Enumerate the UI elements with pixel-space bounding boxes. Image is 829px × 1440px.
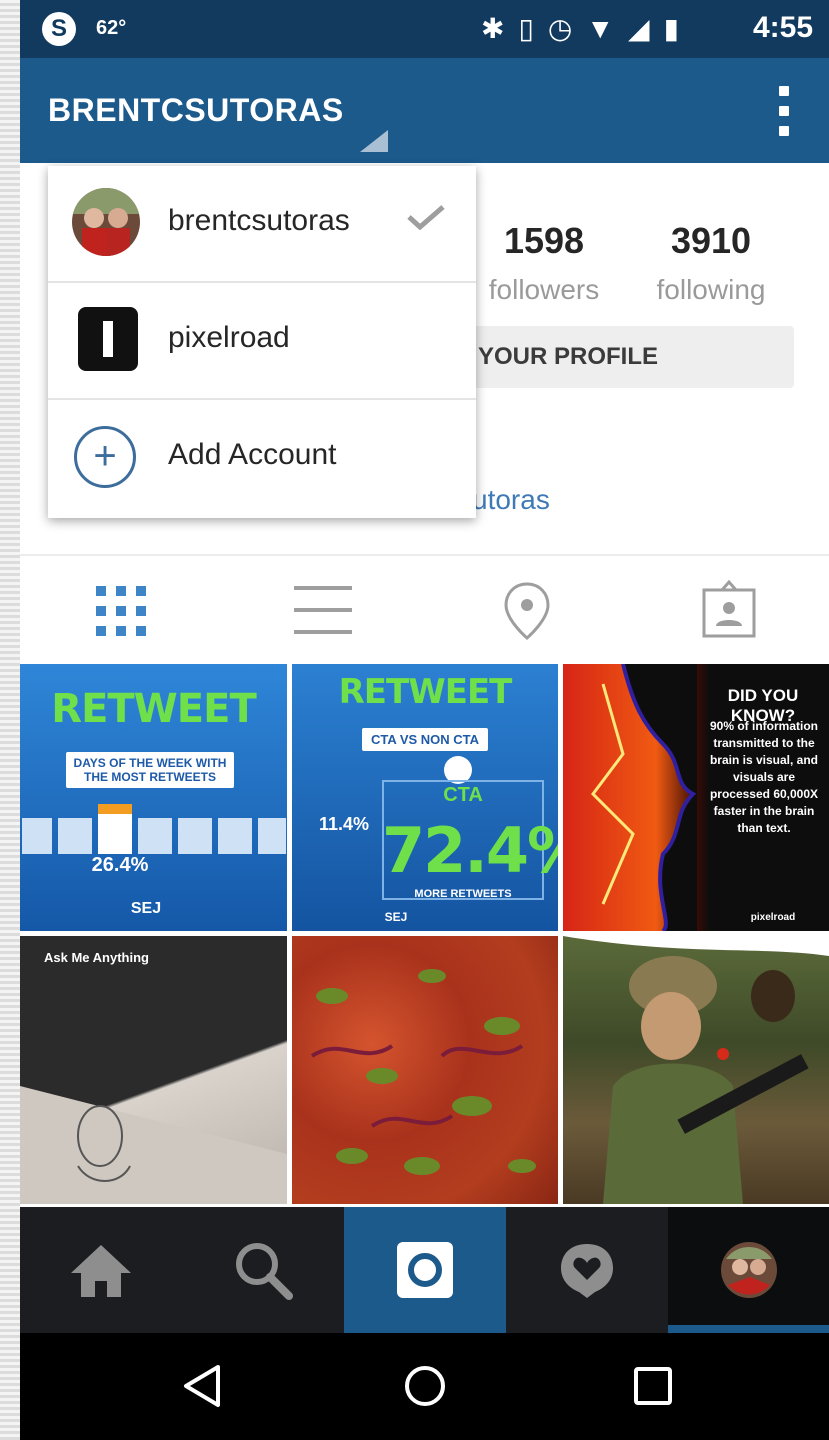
status-bar: S 62° ✱ ▯ ◷ ▼ ◢ ▮ 4:55 [20,0,829,58]
account-label: brentcsutoras [168,204,350,237]
camera-icon [397,1242,453,1298]
photo-subtitle: DAYS OF THE WEEK WITH THE MOST RETWEETS [66,752,234,788]
nav-home-button[interactable] [20,1207,182,1333]
plus-icon: + [74,426,136,488]
avatar [72,188,140,256]
nav-camera-button[interactable] [344,1207,506,1333]
followers-stat[interactable]: 1598 followers [474,220,614,306]
home-icon [71,1245,131,1297]
tagged-photos-icon[interactable] [696,578,762,644]
add-account-item[interactable]: + Add Account [48,400,476,517]
clock-text: 4:55 [752,11,813,44]
photo-brand: SEJ [384,910,408,924]
photo-body: 90% of information transmitted to the br… [709,719,819,835]
following-label: following [656,274,766,305]
bluetooth-icon: ✱ [480,13,505,44]
home-circle-icon[interactable] [402,1363,448,1409]
left-edge-strip [0,0,20,1440]
profile-tabs [20,560,829,660]
search-icon [236,1243,293,1300]
photo-thumbnail[interactable]: RETWEET DAYS OF THE WEEK WITH THE MOST R… [20,664,287,931]
photo-headline: RETWEET [51,686,256,732]
wifi-icon: ▼ [586,13,615,44]
back-icon[interactable] [180,1363,226,1409]
divider [20,554,829,556]
signal-icon: ◢ [628,13,650,44]
photo-headline: RETWEET [338,672,513,712]
account-switcher-title[interactable]: BRENTCSUTORAS [48,92,344,129]
food-graphic [310,969,536,1175]
profile-website-link[interactable]: utoras [472,484,550,516]
following-count: 3910 [670,220,752,261]
skype-icon: S [42,12,76,46]
location-pin-icon[interactable] [494,578,560,644]
photo-subtitle: CTA VS NON CTA [362,728,488,751]
profile-avatar [721,1242,777,1298]
photo-thumbnail[interactable]: Ask Me Anything [20,936,287,1204]
cta-label: CTA [443,784,483,806]
photo-thumbnail[interactable]: RETWEET CTA VS NON CTA CTA 11.4% 72.4% M… [292,664,558,931]
edit-profile-button[interactable]: YOUR PROFILE [460,326,794,388]
photo-bars [20,804,287,854]
add-account-label: Add Account [168,438,337,471]
following-stat[interactable]: 3910 following [646,220,776,306]
activity-icon [561,1244,613,1298]
photo-grid: RETWEET DAYS OF THE WEEK WITH THE MOST R… [20,664,829,1204]
photo-highlight: 26.4% [91,854,149,876]
status-icons: ✱ ▯ ◷ ▼ ◢ ▮ [481,12,679,46]
nav-activity-button[interactable] [506,1207,668,1333]
photo-brand: pixelroad [750,912,796,923]
photo-footer: MORE RETWEETS [414,888,512,900]
overflow-menu-icon[interactable] [779,86,789,136]
photo-thumbnail[interactable] [563,936,829,1204]
photo-left-stat: 11.4% [318,814,370,834]
account-label: pixelroad [168,321,290,354]
book-graphic [20,1086,287,1204]
temperature-text: 62° [96,17,127,39]
instagram-app: S 62° ✱ ▯ ◷ ▼ ◢ ▮ 4:55 BRENTCSUTORAS 159… [20,0,829,1440]
list-view-icon[interactable] [290,578,356,644]
account-item-brentcsutoras[interactable]: brentcsutoras [48,166,476,283]
followers-label: followers [488,274,600,305]
battery-icon: ▮ [663,13,679,44]
photo-thumbnail[interactable] [292,936,558,1204]
account-item-pixelroad[interactable]: pixelroad [48,283,476,400]
nav-profile-button[interactable] [668,1207,829,1333]
photo-brand: SEJ [130,900,162,917]
photo-big-stat: 72.4% [382,814,558,887]
active-tab-indicator [668,1325,829,1333]
soldier-graphic [563,936,829,1204]
dropdown-indicator-icon[interactable] [360,130,388,152]
app-header: BRENTCSUTORAS [20,58,829,163]
vibrate-icon: ▯ [518,13,534,44]
nav-search-button[interactable] [182,1207,344,1333]
photo-thumbnail[interactable]: DID YOU KNOW? 90% of information transmi… [563,664,829,931]
account-switcher-menu: brentcsutoras pixelroad + Add Account [48,166,476,518]
grid-view-icon[interactable] [88,578,154,644]
pixelroad-logo-icon [78,307,138,371]
followers-count: 1598 [503,220,585,261]
checkmark-icon [407,205,445,230]
alarm-icon: ◷ [547,13,573,44]
recents-icon[interactable] [630,1363,676,1409]
bottom-navigation [20,1207,829,1333]
android-navigation-bar [20,1333,829,1440]
